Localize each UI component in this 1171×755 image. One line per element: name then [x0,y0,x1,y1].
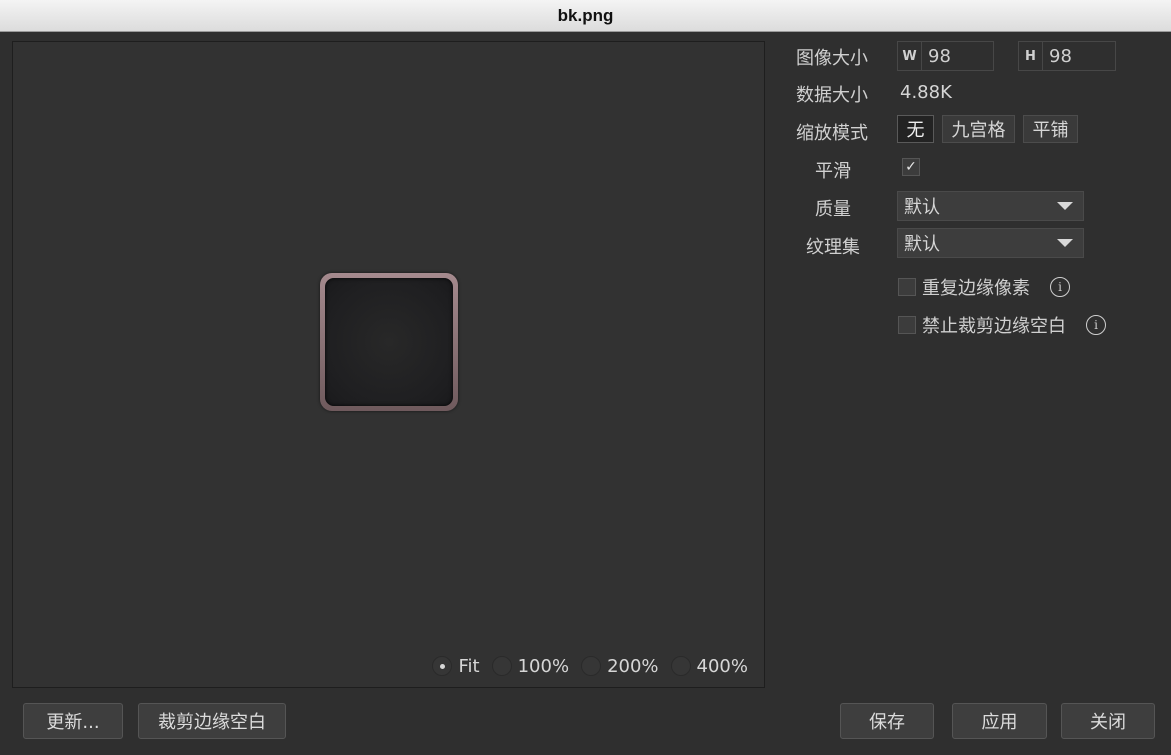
atlas-label: 纹理集 [806,237,860,258]
quality-value: 默认 [904,197,940,218]
properties-panel: 图像大小 W 98 H 98 数据大小 4.88K 缩放模式 无 九宫格 平铺 … [780,40,1160,360]
thumbnail-inner [325,278,453,406]
zoom-fit-radio[interactable] [432,656,453,676]
width-field[interactable]: W 98 [897,41,994,71]
chevron-down-icon [1057,239,1073,247]
trim-edge-button-label: 裁剪边缘空白 [158,712,266,733]
window-title-bar: bk.png [0,0,1171,32]
zoom-100-radio[interactable] [491,656,512,676]
quality-label: 质量 [815,199,851,220]
atlas-select[interactable]: 默认 [897,228,1084,258]
height-tag: H [1019,42,1043,70]
check-icon: ✓ [905,159,917,175]
no-trim-label: 禁止裁剪边缘空白 [922,316,1066,337]
repeat-edge-option[interactable]: 重复边缘像素 i [898,274,1070,300]
save-button-label: 保存 [869,712,905,733]
zoom-400-label: 400% [696,655,748,677]
update-button[interactable]: 更新... [23,703,123,739]
zoom-100-option[interactable]: 100% [491,655,570,677]
apply-button-label: 应用 [981,712,1018,733]
smooth-label: 平滑 [815,161,851,182]
image-preview-panel: Fit 100% 200% 400% [12,41,765,688]
repeat-edge-checkbox[interactable] [898,278,916,296]
apply-button[interactable]: 应用 [952,703,1047,739]
zoom-options: Fit 100% 200% 400% [432,653,748,679]
zoom-fit-label: Fit [458,655,480,677]
scale-mode-none-button[interactable]: 无 [897,115,934,143]
zoom-fit-option[interactable]: Fit [432,655,480,677]
no-trim-option[interactable]: 禁止裁剪边缘空白 i [898,312,1106,338]
atlas-value: 默认 [904,234,940,255]
update-button-label: 更新... [46,712,100,733]
scale-mode-tile-button[interactable]: 平铺 [1023,115,1078,143]
smooth-checkbox[interactable]: ✓ [902,158,920,176]
no-trim-checkbox[interactable] [898,316,916,334]
data-size-label: 数据大小 [796,85,868,106]
repeat-edge-label: 重复边缘像素 [922,278,1030,299]
height-field[interactable]: H 98 [1018,41,1116,71]
info-icon[interactable]: i [1086,315,1106,335]
data-size-value: 4.88K [900,82,952,103]
zoom-200-option[interactable]: 200% [581,655,659,677]
scale-mode-nine-grid-label: 九宫格 [951,120,1006,141]
zoom-200-radio[interactable] [581,656,602,676]
zoom-400-radio[interactable] [670,656,691,676]
height-value[interactable]: 98 [1043,46,1072,67]
scale-mode-nine-grid-button[interactable]: 九宫格 [942,115,1015,143]
chevron-down-icon [1057,202,1073,210]
scale-mode-label: 缩放模式 [796,123,868,144]
close-button-label: 关闭 [1090,712,1126,733]
scale-mode-none-label: 无 [906,120,925,141]
scale-mode-tile-label: 平铺 [1032,120,1069,141]
width-value[interactable]: 98 [922,46,951,67]
image-thumbnail [320,273,458,411]
width-tag: W [898,42,922,70]
zoom-200-label: 200% [607,655,659,677]
zoom-100-label: 100% [517,655,570,677]
image-size-label: 图像大小 [796,48,868,69]
trim-edge-button[interactable]: 裁剪边缘空白 [138,703,286,739]
info-icon[interactable]: i [1050,277,1070,297]
window-title: bk.png [557,5,614,25]
close-button[interactable]: 关闭 [1061,703,1155,739]
quality-select[interactable]: 默认 [897,191,1084,221]
zoom-400-option[interactable]: 400% [670,655,748,677]
save-button[interactable]: 保存 [840,703,934,739]
